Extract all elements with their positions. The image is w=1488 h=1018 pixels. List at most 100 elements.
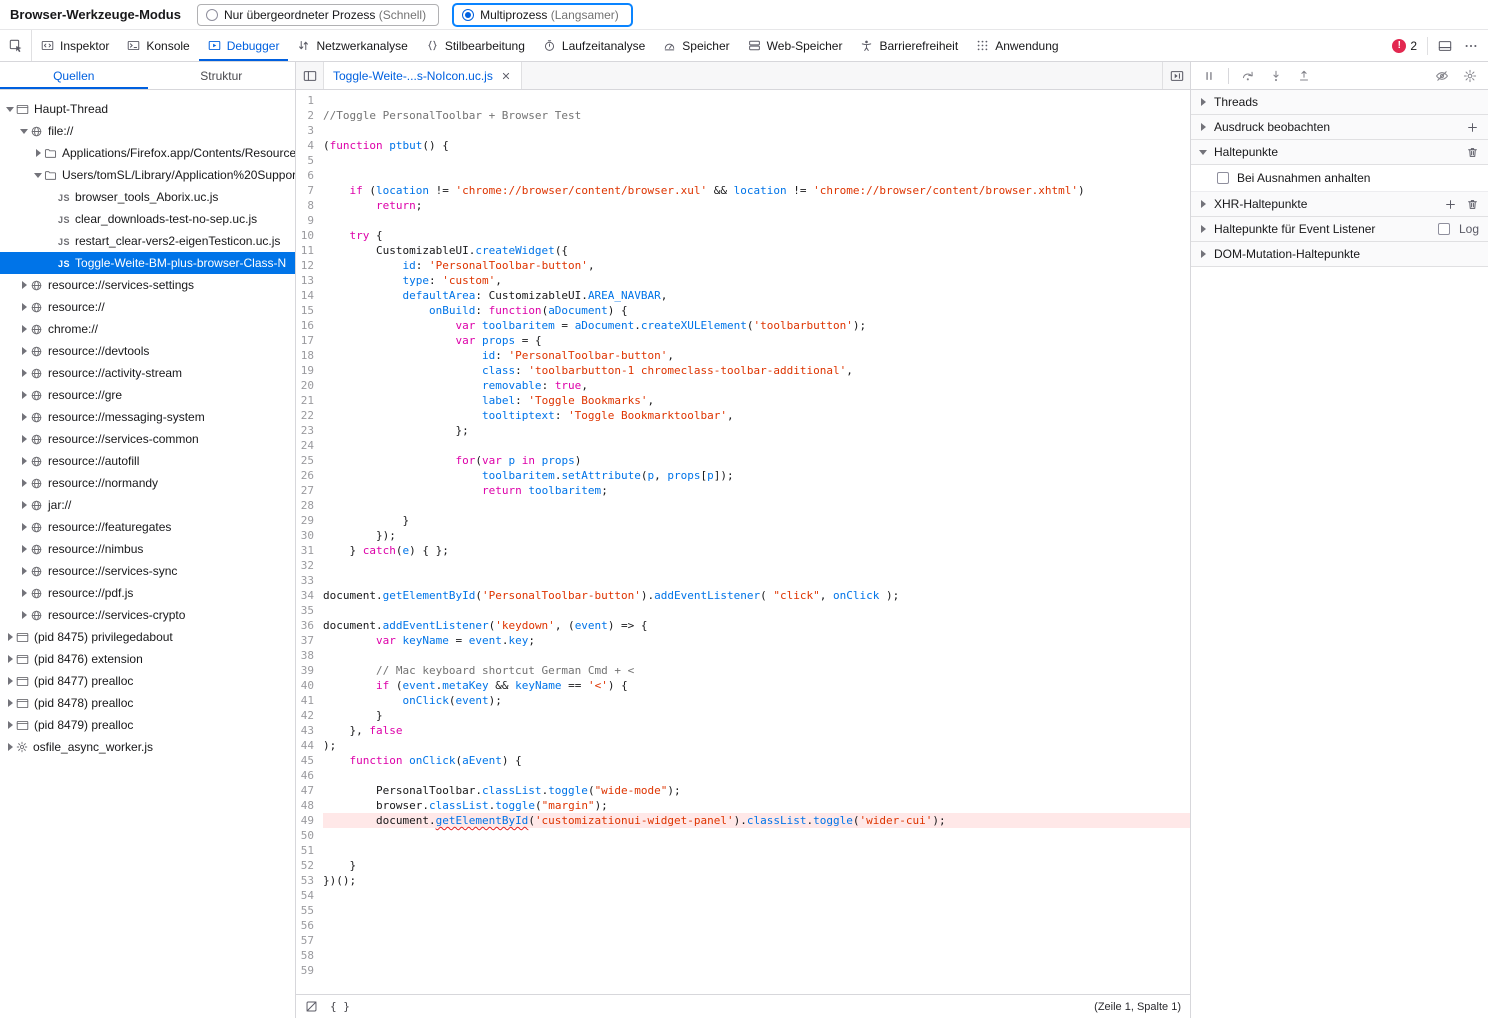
tab-anwendung[interactable]: Anwendung: [967, 30, 1067, 61]
step-out-button[interactable]: [1291, 64, 1317, 88]
trash-icon[interactable]: [1466, 198, 1479, 211]
tree-item-pid-8478-prealloc[interactable]: (pid 8478) prealloc: [0, 692, 295, 714]
gutter-line-number[interactable]: 42: [296, 708, 323, 723]
gutter-line-number[interactable]: 11: [296, 243, 323, 258]
gutter-line-number[interactable]: 31: [296, 543, 323, 558]
source-tab[interactable]: Toggle-Weite-...s-NoIcon.uc.js: [324, 62, 522, 89]
gutter-line-number[interactable]: 23: [296, 423, 323, 438]
tab-laufzeitanalyse[interactable]: Laufzeitanalyse: [534, 30, 654, 61]
tree-item-browser-tools-aborix-uc-js[interactable]: JSbrowser_tools_Aborix.uc.js: [0, 186, 295, 208]
gutter-line-number[interactable]: 54: [296, 888, 323, 903]
code-editor[interactable]: 12//Toggle PersonalToolbar + Browser Tes…: [296, 90, 1190, 994]
gutter-line-number[interactable]: 1: [296, 93, 323, 108]
gutter-line-number[interactable]: 28: [296, 498, 323, 513]
tree-item-resource-autofill[interactable]: resource://autofill: [0, 450, 295, 472]
gutter-line-number[interactable]: 4: [296, 138, 323, 153]
tab-barrierefreiheit[interactable]: Barrierefreiheit: [851, 30, 967, 61]
gutter-line-number[interactable]: 58: [296, 948, 323, 963]
tab-speicher[interactable]: Speicher: [654, 30, 738, 61]
tab-stilbearbeitung[interactable]: Stilbearbeitung: [417, 30, 534, 61]
add-icon[interactable]: [1466, 121, 1479, 134]
tree-item-resource-nimbus[interactable]: resource://nimbus: [0, 538, 295, 560]
tree-item-users-tomsl-library-application-20suppor[interactable]: Users/tomSL/Library/Application%20Suppor: [0, 164, 295, 186]
tree-item-osfile-async-worker-js[interactable]: osfile_async_worker.js: [0, 736, 295, 758]
section-haltepunkte-f-r-event-listener[interactable]: Haltepunkte für Event ListenerLog: [1191, 217, 1488, 242]
tree-item-resource-services-settings[interactable]: resource://services-settings: [0, 274, 295, 296]
gutter-line-number[interactable]: 47: [296, 783, 323, 798]
tab-web-speicher[interactable]: Web-Speicher: [739, 30, 852, 61]
tree-item-resource-messaging-system[interactable]: resource://messaging-system: [0, 406, 295, 428]
gutter-line-number[interactable]: 3: [296, 123, 323, 138]
gutter-line-number[interactable]: 45: [296, 753, 323, 768]
gutter-line-number[interactable]: 14: [296, 288, 323, 303]
section-threads[interactable]: Threads: [1191, 90, 1488, 115]
gutter-line-number[interactable]: 5: [296, 153, 323, 168]
gutter-line-number[interactable]: 32: [296, 558, 323, 573]
tab-inspektor[interactable]: Inspektor: [32, 30, 118, 61]
gutter-line-number[interactable]: 34: [296, 588, 323, 603]
gutter-line-number[interactable]: 17: [296, 333, 323, 348]
gutter-line-number[interactable]: 7: [296, 183, 323, 198]
tracer-button[interactable]: [1162, 62, 1190, 89]
gutter-line-number[interactable]: 52: [296, 858, 323, 873]
gutter-line-number[interactable]: 12: [296, 258, 323, 273]
gutter-line-number[interactable]: 50: [296, 828, 323, 843]
tree-item-haupt-thread[interactable]: Haupt-Thread: [0, 98, 295, 120]
gutter-line-number[interactable]: 26: [296, 468, 323, 483]
gutter-line-number[interactable]: 41: [296, 693, 323, 708]
checkbox[interactable]: [1217, 172, 1229, 184]
gutter-line-number[interactable]: 2: [296, 108, 323, 123]
gutter-line-number[interactable]: 39: [296, 663, 323, 678]
tree-item-applications-firefox-app-contents-resource[interactable]: Applications/Firefox.app/Contents/Resour…: [0, 142, 295, 164]
section-xhr-haltepunkte[interactable]: XHR-Haltepunkte: [1191, 192, 1488, 217]
gutter-line-number[interactable]: 29: [296, 513, 323, 528]
tab-netzwerkanalyse[interactable]: Netzwerkanalyse: [288, 30, 416, 61]
gutter-line-number[interactable]: 21: [296, 393, 323, 408]
gutter-line-number[interactable]: 16: [296, 318, 323, 333]
step-in-button[interactable]: [1263, 64, 1289, 88]
tree-item-resource-featuregates[interactable]: resource://featuregates: [0, 516, 295, 538]
gutter-line-number[interactable]: 55: [296, 903, 323, 918]
gutter-line-number[interactable]: 56: [296, 918, 323, 933]
gutter-line-number[interactable]: 22: [296, 408, 323, 423]
meatball-menu-icon[interactable]: [1464, 39, 1478, 53]
source-map-icon[interactable]: [305, 1000, 318, 1013]
error-count-badge[interactable]: ! 2: [1392, 39, 1417, 53]
trash-icon[interactable]: [1466, 146, 1479, 159]
settings-button[interactable]: [1457, 64, 1483, 88]
tree-item-pid-8476-extension[interactable]: (pid 8476) extension: [0, 648, 295, 670]
tree-item-clear-downloads-test-no-sep-uc-js[interactable]: JSclear_downloads-test-no-sep.uc.js: [0, 208, 295, 230]
process-mode-option-multiprozess[interactable]: Multiprozess (Langsamer): [453, 4, 632, 26]
tab-struktur[interactable]: Struktur: [148, 62, 296, 89]
process-mode-option-nur-bergeordneter-prozess[interactable]: Nur übergeordneter Prozess (Schnell): [197, 4, 439, 26]
tree-item-resource-services-common[interactable]: resource://services-common: [0, 428, 295, 450]
add-icon[interactable]: [1444, 198, 1457, 211]
tree-item-resource-pdf-js[interactable]: resource://pdf.js: [0, 582, 295, 604]
tree-item-resource-services-crypto[interactable]: resource://services-crypto: [0, 604, 295, 626]
gutter-line-number[interactable]: 49: [296, 813, 323, 828]
gutter-line-number[interactable]: 59: [296, 963, 323, 978]
gutter-line-number[interactable]: 10: [296, 228, 323, 243]
section-dom-mutation-haltepunkte[interactable]: DOM-Mutation-Haltepunkte: [1191, 242, 1488, 267]
tree-item-file[interactable]: file://: [0, 120, 295, 142]
gutter-line-number[interactable]: 35: [296, 603, 323, 618]
gutter-line-number[interactable]: 24: [296, 438, 323, 453]
gutter-line-number[interactable]: 6: [296, 168, 323, 183]
gutter-line-number[interactable]: 46: [296, 768, 323, 783]
tree-item-pid-8479-prealloc[interactable]: (pid 8479) prealloc: [0, 714, 295, 736]
gutter-line-number[interactable]: 19: [296, 363, 323, 378]
tree-item-resource-gre[interactable]: resource://gre: [0, 384, 295, 406]
pretty-print-icon[interactable]: { }: [330, 1000, 350, 1013]
gutter-line-number[interactable]: 53: [296, 873, 323, 888]
gutter-line-number[interactable]: 15: [296, 303, 323, 318]
gutter-line-number[interactable]: 38: [296, 648, 323, 663]
gutter-line-number[interactable]: 40: [296, 678, 323, 693]
tab-debugger[interactable]: Debugger: [199, 30, 289, 61]
tree-item-pid-8477-prealloc[interactable]: (pid 8477) prealloc: [0, 670, 295, 692]
gutter-line-number[interactable]: 8: [296, 198, 323, 213]
gutter-line-number[interactable]: 30: [296, 528, 323, 543]
gutter-line-number[interactable]: 18: [296, 348, 323, 363]
section-ausdruck-beobachten[interactable]: Ausdruck beobachten: [1191, 115, 1488, 140]
section-haltepunkte[interactable]: Haltepunkte: [1191, 140, 1488, 165]
tree-item-resource-normandy[interactable]: resource://normandy: [0, 472, 295, 494]
